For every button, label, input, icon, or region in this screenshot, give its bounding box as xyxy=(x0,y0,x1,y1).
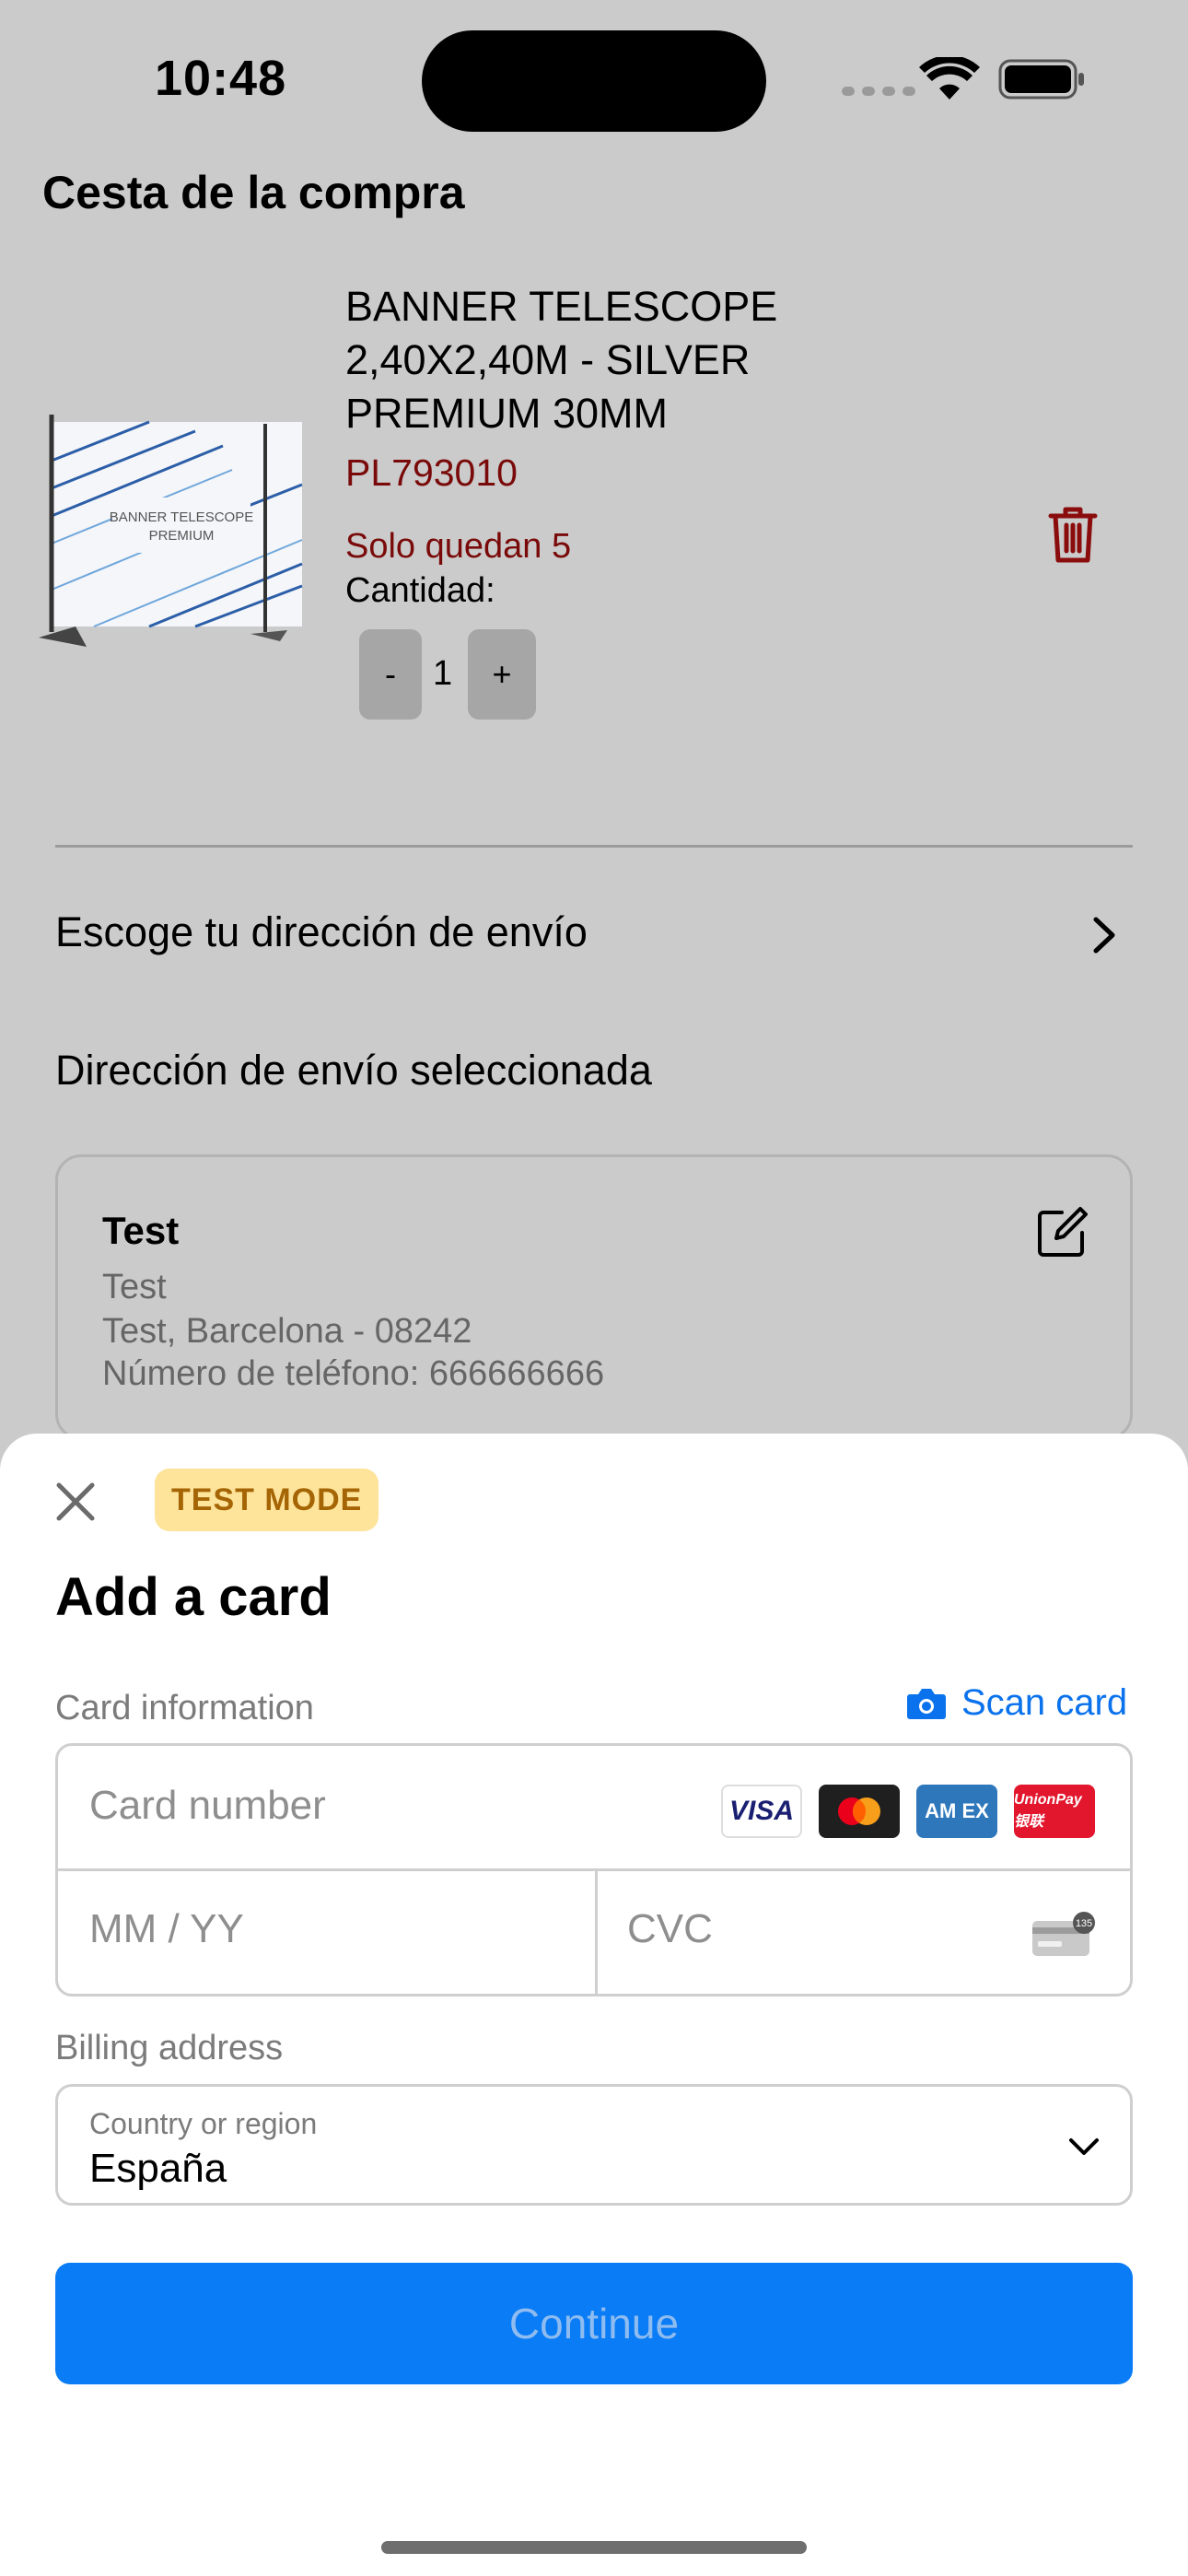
chevron-right-icon[interactable] xyxy=(1089,914,1120,956)
product-image[interactable]: BANNER TELESCOPE PREMIUM xyxy=(39,405,306,654)
cvc-card-icon: 135 xyxy=(1032,1912,1095,1956)
card-column-divider xyxy=(595,1871,598,1996)
country-label: Country or region xyxy=(89,2107,318,2140)
quantity-decrease-button[interactable]: - xyxy=(359,629,422,720)
continue-button[interactable]: Continue xyxy=(55,2263,1133,2384)
cvc-icon-number: 135 xyxy=(1076,1918,1092,1929)
address-line-2: Test, Barcelona - 08242 xyxy=(102,1312,472,1351)
quantity-value: 1 xyxy=(433,654,453,693)
choose-shipping-address-row[interactable]: Escoge tu dirección de envío xyxy=(55,908,588,956)
page-title: Cesta de la compra xyxy=(42,167,465,218)
expiry-input[interactable]: MM / YY xyxy=(89,1906,244,1952)
edit-icon[interactable] xyxy=(1034,1205,1089,1260)
address-name: Test xyxy=(102,1209,180,1252)
dynamic-island xyxy=(422,30,766,132)
section-divider xyxy=(55,845,1133,848)
country-value: España xyxy=(89,2146,227,2191)
card-information-label: Card information xyxy=(55,1689,314,1727)
home-indicator[interactable] xyxy=(381,2541,807,2554)
product-sku: PL793010 xyxy=(345,451,518,494)
product-image-text-1: BANNER TELESCOPE xyxy=(110,509,253,525)
test-mode-badge: TEST MODE xyxy=(155,1469,379,1531)
add-card-sheet: TEST MODE Add a card Card information Sc… xyxy=(0,1434,1188,2576)
card-number-input[interactable]: Card number xyxy=(89,1783,326,1829)
product-image-text-2: PREMIUM xyxy=(149,528,215,544)
camera-icon xyxy=(907,1688,946,1719)
close-icon[interactable] xyxy=(55,1481,96,1522)
cvc-input[interactable]: CVC xyxy=(627,1906,713,1952)
trash-icon[interactable] xyxy=(1048,505,1098,564)
scan-card-label: Scan card xyxy=(961,1682,1128,1723)
quantity-increase-button[interactable]: + xyxy=(468,629,536,720)
stock-warning: Solo quedan 5 xyxy=(345,527,572,566)
mastercard-icon xyxy=(819,1785,900,1838)
address-phone: Número de teléfono: 666666666 xyxy=(102,1354,605,1393)
battery-icon xyxy=(998,59,1084,100)
unionpay-icon: UnionPay 银联 xyxy=(1014,1785,1095,1838)
wifi-icon xyxy=(919,57,980,100)
country-select[interactable]: Country or region España xyxy=(55,2084,1133,2206)
selected-address-heading: Dirección de envío seleccionada xyxy=(55,1047,652,1094)
card-details-group: Card number VISA AM EX UnionPay 银联 MM / … xyxy=(55,1743,1133,1996)
quantity-label: Cantidad: xyxy=(345,571,495,610)
chevron-down-icon xyxy=(1069,2138,1099,2155)
status-time: 10:48 xyxy=(155,51,287,106)
sheet-title: Add a card xyxy=(55,1567,332,1627)
amex-icon: AM EX xyxy=(916,1785,997,1838)
scan-card-button[interactable]: Scan card xyxy=(906,1682,1127,1724)
visa-icon: VISA xyxy=(721,1785,802,1838)
selected-address-card[interactable]: Test Test Test, Barcelona - 08242 Número… xyxy=(55,1154,1133,1440)
address-line-1: Test xyxy=(102,1268,167,1306)
card-row-divider xyxy=(58,1868,1130,1871)
cellular-signal-icon xyxy=(842,87,915,96)
product-name: BANNER TELESCOPE 2,40X2,40M - SILVER PRE… xyxy=(345,283,778,437)
billing-address-label: Billing address xyxy=(55,2029,284,2067)
screen: 10:48 Cesta de la compra BANNER TELESCOP… xyxy=(0,0,1188,2576)
